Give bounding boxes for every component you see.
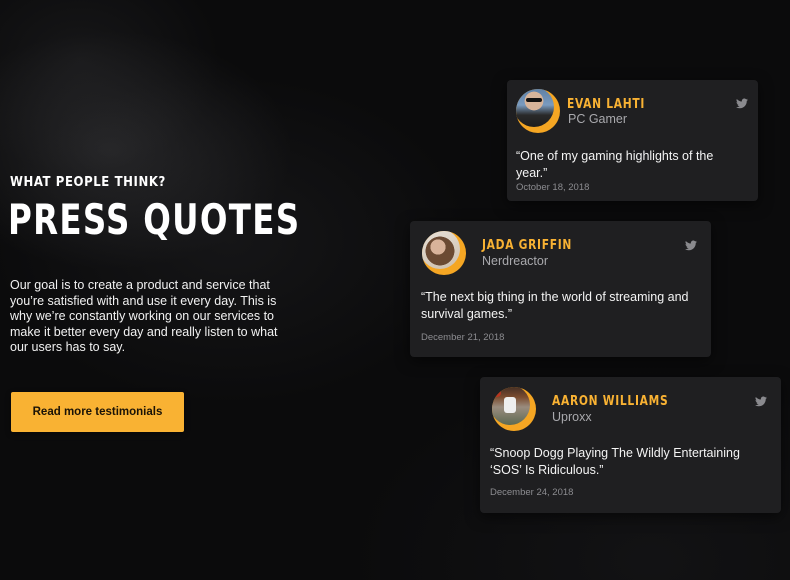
avatar xyxy=(516,89,560,133)
avatar xyxy=(422,231,466,275)
testimonial-date: December 21, 2018 xyxy=(421,332,505,343)
author-name: JADA GRIFFIN xyxy=(482,237,573,253)
testimonial-quote: “One of my gaming highlights of the year… xyxy=(516,149,714,180)
testimonial-card: AARON WILLIAMS Uproxx “Snoop Dogg Playin… xyxy=(480,377,781,513)
author-source: Uproxx xyxy=(552,410,592,424)
author-source: Nerdreactor xyxy=(482,254,548,268)
author-source: PC Gamer xyxy=(568,112,628,126)
twitter-icon[interactable] xyxy=(736,98,748,109)
testimonial-quote: “The next big thing in the world of stre… xyxy=(421,290,689,321)
page-title: PRESS QUOTES xyxy=(8,195,301,244)
testimonial-card: EVAN LAHTI PC Gamer “One of my gaming hi… xyxy=(507,80,758,201)
testimonial-date: December 24, 2018 xyxy=(490,487,574,498)
twitter-icon[interactable] xyxy=(685,240,697,251)
author-name: EVAN LAHTI xyxy=(567,96,646,112)
section-subtitle: WHAT PEOPLE THINK? xyxy=(10,175,166,190)
section-description: Our goal is to create a product and serv… xyxy=(10,278,278,354)
author-name: AARON WILLIAMS xyxy=(552,393,669,409)
testimonial-card: JADA GRIFFIN Nerdreactor “The next big t… xyxy=(410,221,711,357)
testimonial-quote: “Snoop Dogg Playing The Wildly Entertain… xyxy=(490,446,740,477)
read-more-testimonials-button[interactable]: Read more testimonials xyxy=(11,392,184,432)
twitter-icon[interactable] xyxy=(755,396,767,407)
testimonial-date: October 18, 2018 xyxy=(516,182,590,193)
avatar xyxy=(492,387,536,431)
